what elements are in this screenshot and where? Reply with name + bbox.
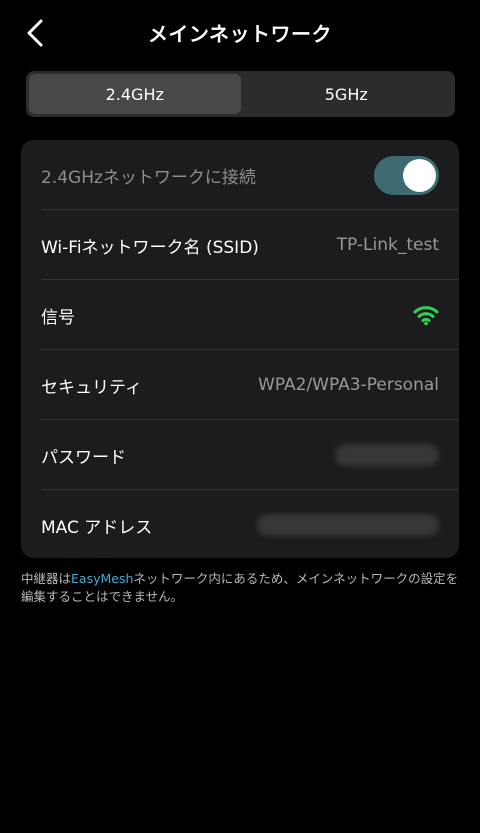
ssid-value: TP-Link_test bbox=[336, 235, 439, 255]
footnote: 中継器はEasyMeshネットワーク内にあるため、メインネットワークの設定を編集… bbox=[21, 570, 461, 606]
toggle-knob bbox=[403, 158, 436, 192]
mac-label: MAC アドレス bbox=[41, 517, 153, 538]
security-value: WPA2/WPA3-Personal bbox=[258, 375, 439, 395]
security-label: セキュリティ bbox=[41, 377, 142, 398]
security-row: セキュリティ WPA2/WPA3-Personal bbox=[21, 350, 459, 420]
header: メインネットワーク bbox=[0, 0, 480, 66]
page-title: メインネットワーク bbox=[147, 22, 333, 46]
ssid-label: Wi-Fiネットワーク名 (SSID) bbox=[41, 237, 259, 258]
connect-row: 2.4GHzネットワークに接続 bbox=[21, 140, 459, 210]
footnote-prefix: 中継器は bbox=[21, 571, 72, 586]
mac-value-redacted bbox=[257, 514, 439, 536]
password-row: パスワード bbox=[21, 420, 459, 490]
mac-row: MAC アドレス bbox=[21, 490, 459, 558]
password-label: パスワード bbox=[41, 447, 126, 468]
network-settings-card: 2.4GHzネットワークに接続 Wi-Fiネットワーク名 (SSID) TP-L… bbox=[21, 140, 459, 558]
connect-toggle[interactable] bbox=[374, 155, 439, 195]
signal-label: 信号 bbox=[41, 307, 75, 328]
signal-row: 信号 bbox=[21, 280, 459, 350]
connect-label: 2.4GHzネットワークに接続 bbox=[41, 167, 256, 188]
tab-2-4ghz[interactable]: 2.4GHz bbox=[29, 74, 241, 114]
easymesh-link[interactable]: EasyMesh bbox=[71, 571, 133, 586]
ssid-row: Wi-Fiネットワーク名 (SSID) TP-Link_test bbox=[21, 210, 459, 280]
tab-5ghz[interactable]: 5GHz bbox=[241, 74, 453, 114]
wifi-signal-icon bbox=[413, 306, 439, 326]
password-value-redacted bbox=[335, 444, 439, 466]
band-toggle: 2.4GHz 5GHz bbox=[26, 71, 455, 117]
